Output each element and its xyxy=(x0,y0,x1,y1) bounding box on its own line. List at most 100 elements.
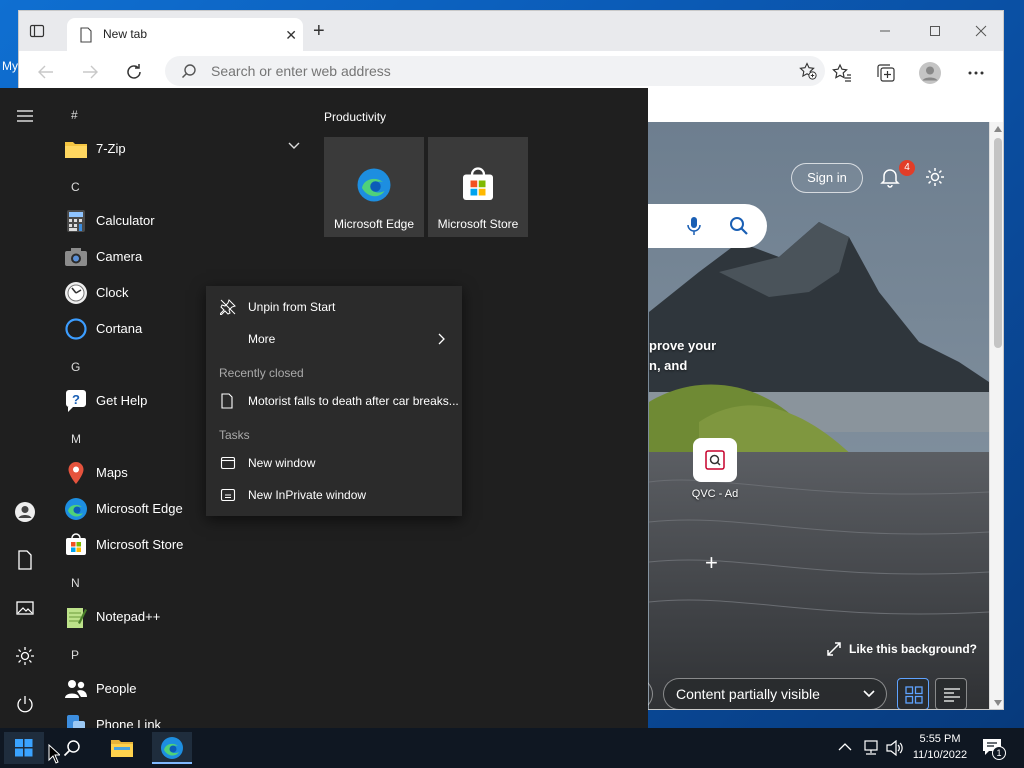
new-tab-button[interactable]: + xyxy=(313,21,325,41)
file-explorer-button[interactable] xyxy=(102,732,142,764)
quick-link-tile[interactable] xyxy=(693,438,737,482)
app-label: Camera xyxy=(96,249,143,264)
maximize-button[interactable] xyxy=(925,21,945,41)
volume-icon[interactable] xyxy=(886,740,904,756)
profile-icon[interactable] xyxy=(919,62,941,84)
quick-link-label: QVC - Ad xyxy=(691,488,739,500)
app-label: Microsoft Edge xyxy=(96,501,183,516)
promo-text[interactable]: prove your n, and xyxy=(649,336,716,376)
user-icon[interactable] xyxy=(13,500,37,524)
new-inprivate-window-item[interactable]: New InPrivate window xyxy=(206,480,462,510)
desktop-icon-label[interactable]: My xyxy=(2,59,18,73)
letter-header-hash[interactable]: # xyxy=(71,108,78,122)
unpin-from-start-item[interactable]: Unpin from Start xyxy=(206,292,462,322)
promo-line-2: n, and xyxy=(649,358,688,373)
maps-icon xyxy=(68,462,84,484)
svg-text:?: ? xyxy=(72,392,80,407)
app-item-7zip[interactable]: 7-Zip xyxy=(62,134,306,164)
search-icon xyxy=(63,740,80,757)
like-background-link[interactable]: Like this background? xyxy=(827,642,977,656)
close-window-button[interactable] xyxy=(971,21,991,41)
app-item-calculator[interactable]: Calculator xyxy=(62,206,306,236)
recent-item[interactable]: Motorist falls to death after car breaks… xyxy=(206,386,462,416)
settings-icon[interactable] xyxy=(924,166,946,193)
menu-item-label: Motorist falls to death after car breaks… xyxy=(248,394,459,408)
refresh-icon[interactable] xyxy=(123,61,147,83)
tab-new-tab[interactable]: New tab ✕ xyxy=(67,18,303,51)
app-item-microsoft-store[interactable]: Microsoft Store xyxy=(62,530,306,560)
menu-item-label: New InPrivate window xyxy=(248,488,367,502)
scroll-down-icon[interactable] xyxy=(994,700,1002,706)
search-icon[interactable] xyxy=(729,216,749,241)
forward-button[interactable] xyxy=(79,61,103,83)
chevron-right-icon xyxy=(438,333,445,345)
chevron-down-icon xyxy=(863,690,875,698)
scroll-up-icon[interactable] xyxy=(994,126,1002,132)
app-label: Clock xyxy=(96,285,129,300)
minimize-button[interactable] xyxy=(875,21,895,41)
bell-icon[interactable] xyxy=(879,166,901,193)
close-tab-icon[interactable]: ✕ xyxy=(285,27,297,44)
list-view-button[interactable] xyxy=(935,678,967,709)
tile-microsoft-edge[interactable]: Microsoft Edge xyxy=(324,137,424,237)
window-icon xyxy=(220,456,236,470)
app-item-camera[interactable]: Camera xyxy=(62,242,306,272)
favorites-icon[interactable] xyxy=(831,62,853,84)
unpin-icon xyxy=(220,299,236,315)
app-item-people[interactable]: People xyxy=(62,674,306,704)
letter-header-p[interactable]: P xyxy=(71,648,79,662)
like-background-label: Like this background? xyxy=(849,642,978,656)
tab-title: New tab xyxy=(103,27,148,41)
list-icon xyxy=(944,688,960,702)
edge-taskbar-button[interactable] xyxy=(152,732,192,764)
grid-view-button[interactable] xyxy=(897,678,929,709)
add-shortcut-button[interactable]: + xyxy=(705,550,718,576)
app-item-phone-link[interactable]: Phone Link xyxy=(62,710,306,728)
new-window-item[interactable]: New window xyxy=(206,448,462,478)
more-icon[interactable] xyxy=(965,62,987,84)
action-center-button[interactable]: 1 xyxy=(982,738,1006,760)
page-scrollbar[interactable] xyxy=(989,122,1003,709)
app-label: Calculator xyxy=(96,213,155,228)
settings-icon[interactable] xyxy=(13,644,37,668)
letter-header-g[interactable]: G xyxy=(71,360,80,374)
letter-header-m[interactable]: M xyxy=(71,432,81,446)
pictures-icon[interactable] xyxy=(13,596,37,620)
sign-in-button[interactable]: Sign in xyxy=(791,163,863,193)
edge-icon xyxy=(161,737,183,759)
windows-icon xyxy=(15,739,33,757)
mic-icon[interactable] xyxy=(685,216,703,241)
app-item-notepad-plus-plus[interactable]: Notepad++ xyxy=(62,602,306,632)
scrollbar-thumb[interactable] xyxy=(994,138,1002,348)
collections-icon[interactable] xyxy=(875,62,897,84)
content-visibility-dropdown[interactable]: Content partially visible xyxy=(663,678,887,709)
letter-header-c[interactable]: C xyxy=(71,180,80,194)
network-icon[interactable] xyxy=(862,740,880,756)
more-item[interactable]: More xyxy=(206,324,462,354)
address-bar[interactable] xyxy=(165,56,825,86)
tile-microsoft-store[interactable]: Microsoft Store xyxy=(428,137,528,237)
tile-label: Microsoft Store xyxy=(437,217,519,231)
menu-item-label: More xyxy=(248,332,276,346)
address-input[interactable] xyxy=(211,63,751,79)
page-icon xyxy=(79,27,93,48)
grid-icon xyxy=(905,686,923,704)
document-icon[interactable] xyxy=(13,548,37,572)
start-button[interactable] xyxy=(4,732,44,764)
help-icon: ? xyxy=(66,390,86,412)
chevron-up-icon[interactable] xyxy=(838,742,852,752)
people-icon xyxy=(65,680,87,698)
tile-group-title[interactable]: Productivity xyxy=(324,110,386,124)
clock-date: 11/10/2022 xyxy=(912,749,968,761)
add-favorite-icon[interactable] xyxy=(799,62,817,85)
tab-bar: New tab ✕ + xyxy=(19,11,1003,51)
folder-icon xyxy=(65,142,87,158)
tab-actions-icon[interactable] xyxy=(29,23,45,39)
phone-link-icon xyxy=(67,715,85,728)
power-icon[interactable] xyxy=(13,692,37,716)
hamburger-icon[interactable] xyxy=(13,104,37,128)
back-button[interactable] xyxy=(35,61,59,83)
store-icon xyxy=(66,533,86,555)
letter-header-n[interactable]: N xyxy=(71,576,80,590)
chevron-down-icon[interactable] xyxy=(288,142,300,150)
